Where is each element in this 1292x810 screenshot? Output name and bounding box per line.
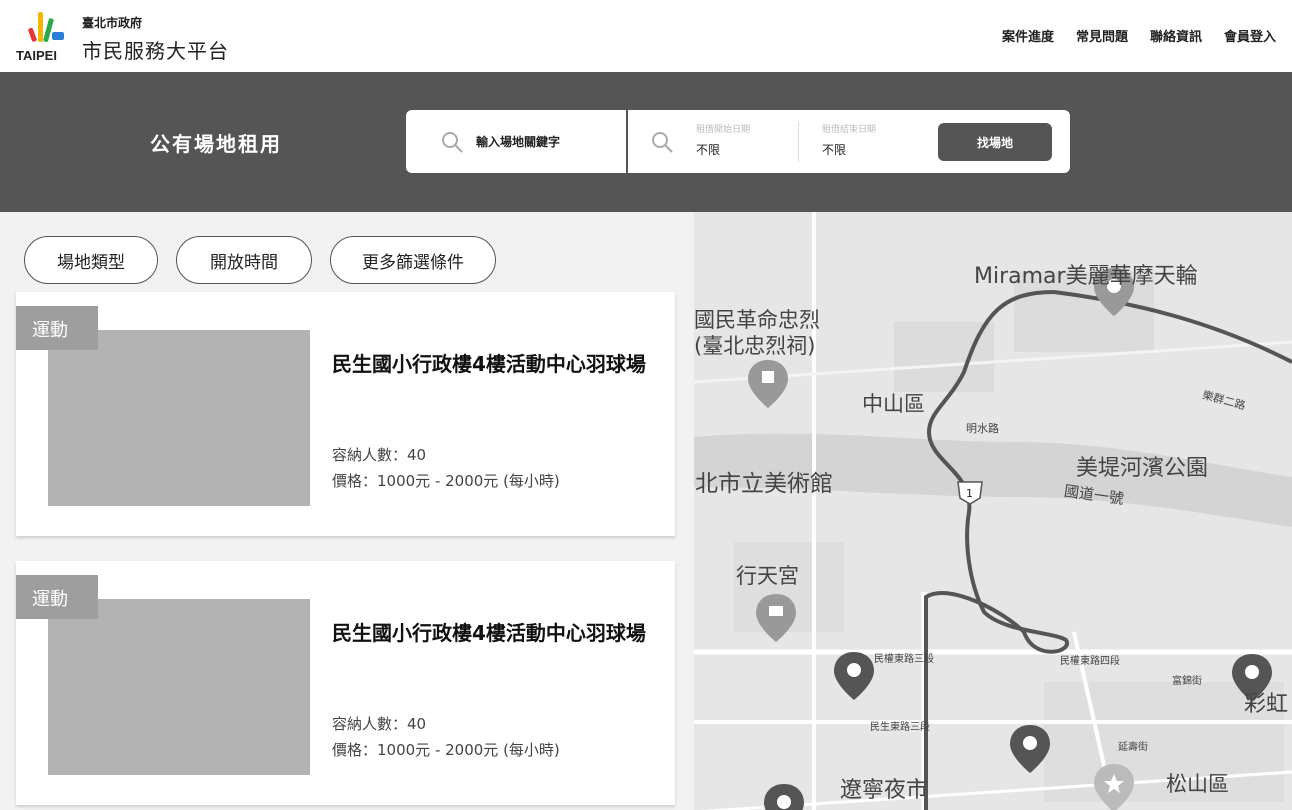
find-venue-button[interactable]: 找場地 <box>938 123 1052 161</box>
map-label-minquan-road-3: 民權東路三段 <box>874 654 934 665</box>
top-header: TAIPEI 臺北市政府 市民服務大平台 案件進度 常見問題 聯絡資訊 會員登入 <box>0 0 1292 72</box>
taipei-logo[interactable]: TAIPEI <box>16 10 72 63</box>
map-label-minsheng-road-3: 民生東路三段 <box>870 722 930 733</box>
map-label-zhongshan: 中山區 <box>862 392 925 416</box>
map-label-miramar: Miramar美麗華摩天輪 <box>974 264 1198 289</box>
page-title: 公有場地租用 <box>150 132 282 156</box>
keyword-input[interactable] <box>476 132 616 152</box>
keyword-field[interactable] <box>406 110 626 173</box>
svg-text:1: 1 <box>966 487 973 500</box>
org-name: 臺北市政府 <box>82 16 143 30</box>
end-date-field[interactable]: 租借結束日期 不限 <box>822 122 876 158</box>
venue-image <box>48 330 310 506</box>
nav-case-progress[interactable]: 案件進度 <box>1002 26 1054 45</box>
start-date-field[interactable]: 租借開始日期 不限 <box>696 122 750 158</box>
map-label-mingshui-road: 明水路 <box>966 422 999 435</box>
field-divider <box>626 110 628 173</box>
map-label-martyrs-shrine-2: (臺北忠烈祠) <box>694 334 816 358</box>
map-label-fine-arts-museum: 臺北市立美術館 <box>694 471 833 497</box>
map-label-xingtian-temple: 行天宮 <box>736 564 799 588</box>
nav-contact[interactable]: 聯絡資訊 <box>1150 26 1202 45</box>
end-date-label: 租借結束日期 <box>822 125 877 135</box>
venue-meta: 容納人數：40 價格：1000元 - 2000元 (每小時) <box>332 442 560 494</box>
platform-name: 市民服務大平台 <box>82 39 229 63</box>
venue-price: 價格：1000元 - 2000元 (每小時) <box>332 741 560 759</box>
map-label-yanshou-street: 延壽街 <box>1118 742 1148 753</box>
venue-meta: 容納人數：40 價格：1000元 - 2000元 (每小時) <box>332 711 560 763</box>
date-divider <box>798 122 799 162</box>
filter-bar: 場地類型 開放時間 更多篩選條件 <box>24 236 496 284</box>
nav-member-login[interactable]: 會員登入 <box>1224 26 1276 45</box>
search-band: 公有場地租用 租借開始日期 不限 租借結束日期 不限 找場地 <box>0 72 1292 212</box>
map-label-minquan-road-4: 民權東路四段 <box>1060 656 1120 667</box>
venue-image <box>48 599 310 775</box>
end-date-value: 不限 <box>822 143 847 157</box>
map-label-songshan: 松山區 <box>1166 772 1229 796</box>
top-nav: 案件進度 常見問題 聯絡資訊 會員登入 <box>1002 26 1276 45</box>
venue-capacity: 容納人數：40 <box>332 715 427 733</box>
filter-open-hours[interactable]: 開放時間 <box>176 236 312 284</box>
venue-title[interactable]: 民生國小行政樓4樓活動中心羽球場 <box>332 348 662 380</box>
venue-card[interactable]: 運動 民生國小行政樓4樓活動中心羽球場 容納人數：40 價格：1000元 - 2… <box>16 561 675 805</box>
category-tag: 運動 <box>16 306 98 350</box>
start-date-label: 租借開始日期 <box>696 125 751 135</box>
venue-capacity: 容納人數：40 <box>332 446 427 464</box>
map-canvas: 1 <box>694 212 1292 810</box>
nav-faq[interactable]: 常見問題 <box>1076 26 1128 45</box>
map-label-meiti-park: 美堤河濱公園 <box>1076 456 1209 481</box>
search-icon <box>440 130 464 158</box>
venue-card[interactable]: 運動 民生國小行政樓4樓活動中心羽球場 容納人數：40 價格：1000元 - 2… <box>16 292 675 536</box>
venue-price: 價格：1000元 - 2000元 (每小時) <box>332 472 560 490</box>
map-label-caihong: 彩虹 <box>1244 692 1289 717</box>
category-tag: 運動 <box>16 575 98 619</box>
map-label-liaoning-night-market: 遼寧夜市 <box>840 778 929 803</box>
search-box: 租借開始日期 不限 租借結束日期 不限 找場地 <box>406 110 1070 173</box>
svg-text:TAIPEI: TAIPEI <box>16 48 57 62</box>
map-view[interactable]: 1 Miramar美麗華摩天輪 國民革命忠烈 (臺北忠烈祠) 中山區 明水路 樂… <box>694 212 1292 810</box>
venue-list-panel: 場地類型 開放時間 更多篩選條件 運動 民生國小行政樓4樓活動中心羽球場 容納人… <box>0 212 694 810</box>
filter-more[interactable]: 更多篩選條件 <box>330 236 496 284</box>
start-date-value: 不限 <box>696 143 721 157</box>
venue-title[interactable]: 民生國小行政樓4樓活動中心羽球場 <box>332 617 662 649</box>
search-icon <box>650 130 674 158</box>
filter-venue-type[interactable]: 場地類型 <box>24 236 158 284</box>
map-label-fujin-street: 富錦街 <box>1172 676 1202 687</box>
